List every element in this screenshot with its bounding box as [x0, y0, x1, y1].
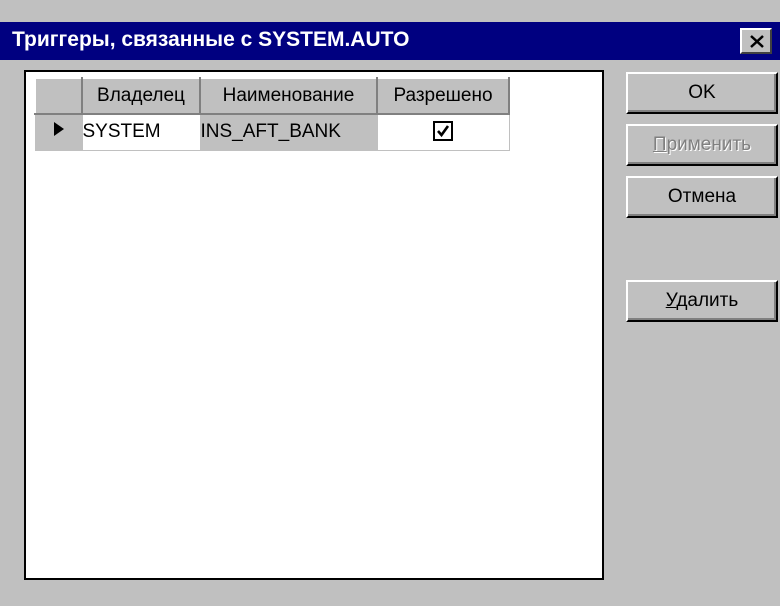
close-button[interactable]	[740, 28, 772, 54]
delete-button[interactable]: Удалить	[626, 280, 778, 322]
apply-button[interactable]: Применить	[626, 124, 778, 166]
column-header-enabled[interactable]: Разрешено	[376, 77, 510, 115]
delete-button-mnemonic: У	[665, 290, 677, 311]
triggers-dialog: Триггеры, связанные с SYSTEM.AUTO Владел…	[0, 0, 780, 606]
cancel-button[interactable]: Отмена	[626, 176, 778, 218]
close-icon	[750, 35, 764, 48]
row-indicator[interactable]	[34, 113, 83, 151]
delete-button-label: далить	[676, 290, 739, 311]
enabled-checkbox[interactable]	[433, 121, 453, 142]
apply-button-label: рименить	[666, 134, 752, 155]
cell-name[interactable]: INS_AFT_BANK	[199, 113, 378, 151]
table-row[interactable]: SYSTEM INS_AFT_BANK	[34, 113, 510, 151]
ok-button[interactable]: OK	[626, 72, 778, 114]
triggers-table: Владелец Наименование Разрешено SYSTEM I…	[34, 77, 510, 151]
window-title: Триггеры, связанные с SYSTEM.AUTO	[12, 28, 410, 51]
column-header-name[interactable]: Наименование	[199, 77, 378, 115]
title-bar[interactable]: Триггеры, связанные с SYSTEM.AUTO	[0, 22, 780, 60]
checkmark-icon	[437, 125, 450, 138]
apply-button-mnemonic: П	[652, 134, 667, 155]
column-header-owner[interactable]: Владелец	[81, 77, 201, 115]
triggers-grid[interactable]: Владелец Наименование Разрешено SYSTEM I…	[24, 70, 604, 580]
grid-header-row: Владелец Наименование Разрешено	[34, 77, 510, 115]
row-pointer-icon	[53, 122, 64, 137]
grid-corner-header	[34, 77, 83, 115]
cell-owner[interactable]: SYSTEM	[81, 113, 201, 151]
cell-enabled[interactable]	[376, 113, 510, 151]
